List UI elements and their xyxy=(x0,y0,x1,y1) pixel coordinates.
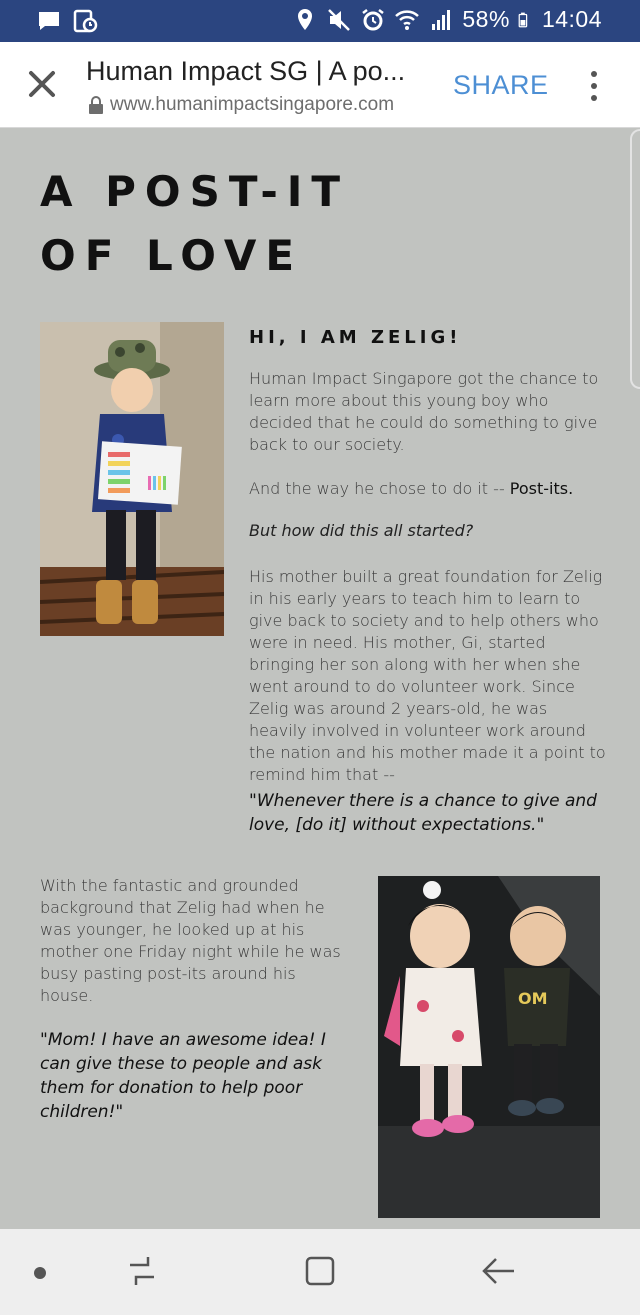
zelig-quote: "Mom! I have an awesome idea! I can give… xyxy=(40,1030,326,1122)
status-right-icons: 58% 14:04 xyxy=(292,6,602,33)
battery-icon xyxy=(518,12,528,27)
clock: 14:04 xyxy=(541,6,602,32)
page-title: Human Impact SG | A po... xyxy=(86,56,406,86)
post-its-prefix: And the way he chose to do it -- xyxy=(249,479,510,498)
svg-text:OM: OM xyxy=(518,989,548,1008)
article-headline: A POST-IT OF LOVE xyxy=(40,160,400,288)
photo-notification-icon xyxy=(73,9,98,33)
status-left-icons xyxy=(36,8,98,34)
post-its-bold: Post-its. xyxy=(509,479,574,498)
share-button[interactable]: SHARE xyxy=(453,70,549,101)
scroll-edge-indicator xyxy=(630,129,640,389)
signal-icon xyxy=(432,9,451,30)
mother-quote: "Whenever there is a chance to give and … xyxy=(249,791,597,835)
article-subhead: HI, I AM ZELIG! xyxy=(249,327,462,348)
wifi-icon xyxy=(395,9,420,30)
alarm-icon xyxy=(362,8,385,30)
children-photo: OM xyxy=(378,876,600,1218)
mute-icon xyxy=(328,8,351,31)
location-icon xyxy=(298,8,313,30)
back-icon[interactable] xyxy=(480,1253,520,1289)
url-row: www.humanimpactsingapore.com xyxy=(88,94,394,116)
close-icon[interactable] xyxy=(22,64,62,104)
intro-paragraph: Human Impact Singapore got the chance to… xyxy=(249,369,599,454)
zelig-photo xyxy=(40,322,224,636)
message-icon xyxy=(39,12,59,30)
browser-toolbar: Human Impact SG | A po... www.humanimpac… xyxy=(0,42,640,128)
headline-line-1: A POST-IT xyxy=(40,167,350,216)
dot-icon[interactable] xyxy=(34,1267,46,1279)
recent-apps-icon[interactable] xyxy=(124,1253,160,1289)
mother-paragraph: His mother built a great foundation for … xyxy=(249,567,606,784)
background-paragraph: With the fantastic and grounded backgrou… xyxy=(40,876,341,1005)
post-its-paragraph: And the way he chose to do it -- Post-it… xyxy=(249,478,609,500)
system-nav-bar xyxy=(0,1229,640,1315)
home-icon[interactable] xyxy=(302,1253,338,1289)
more-vert-icon[interactable] xyxy=(582,68,606,104)
question-paragraph: But how did this all started? xyxy=(249,521,474,540)
lock-icon xyxy=(89,96,103,114)
headline-line-2: OF LOVE xyxy=(40,231,304,280)
battery-percent: 58% xyxy=(462,6,510,32)
status-bar: 58% 14:04 xyxy=(0,0,640,42)
page-url: www.humanimpactsingapore.com xyxy=(110,94,395,115)
